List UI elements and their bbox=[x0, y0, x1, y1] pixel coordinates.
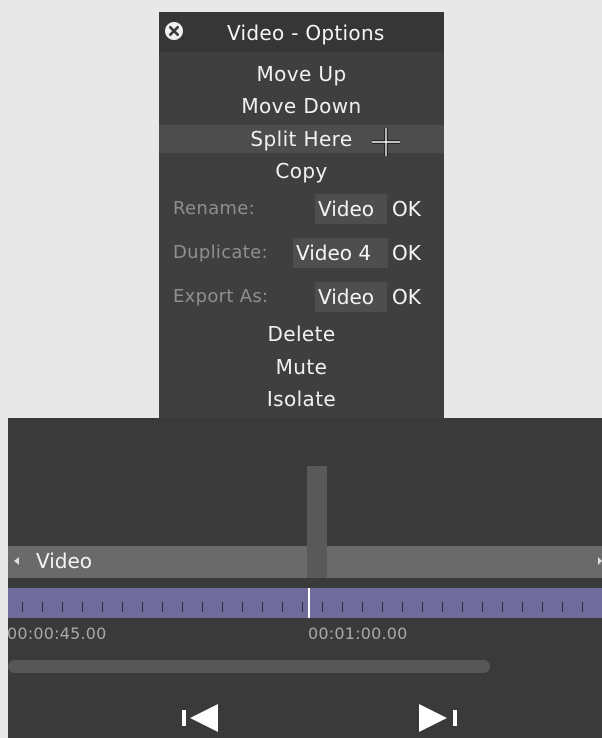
skip-to-end-icon[interactable] bbox=[413, 700, 461, 736]
delete-item[interactable]: Delete bbox=[159, 320, 444, 348]
move-down-item[interactable]: Move Down bbox=[159, 92, 444, 120]
mute-item[interactable]: Mute bbox=[159, 353, 444, 381]
track-label: Video bbox=[36, 549, 93, 573]
crosshair-cursor-icon bbox=[372, 128, 400, 156]
export-input[interactable]: Video bbox=[315, 282, 387, 312]
skip-to-start-icon[interactable] bbox=[178, 700, 226, 736]
copy-item[interactable]: Copy bbox=[159, 157, 444, 185]
isolate-item[interactable]: Isolate bbox=[159, 385, 444, 413]
duplicate-label: Duplicate: bbox=[173, 242, 268, 263]
options-menu: Video - Options Move Up Move Down Split … bbox=[159, 12, 444, 418]
time-ruler[interactable] bbox=[8, 588, 602, 618]
video-track-clip[interactable]: Video bbox=[8, 546, 602, 578]
track-left-arrow-icon bbox=[14, 557, 19, 565]
close-icon[interactable] bbox=[164, 21, 184, 41]
playhead-handle[interactable] bbox=[307, 466, 327, 578]
timecode-current: 00:01:00.00 bbox=[308, 624, 408, 643]
menu-title: Video - Options bbox=[227, 21, 385, 45]
timeline-panel: Video 00:00:45.00 00:01:00.00 bbox=[8, 418, 602, 738]
timeline-scrollbar[interactable] bbox=[8, 660, 490, 673]
duplicate-ok-button[interactable]: OK bbox=[392, 241, 421, 265]
timecode-start: 00:00:45.00 bbox=[8, 624, 107, 643]
track-right-arrow-icon bbox=[598, 557, 602, 565]
rename-label: Rename: bbox=[173, 198, 255, 219]
export-ok-button[interactable]: OK bbox=[392, 285, 421, 309]
duplicate-input[interactable]: Video 4 bbox=[293, 238, 388, 268]
rename-ok-button[interactable]: OK bbox=[392, 197, 421, 221]
rename-input[interactable]: Video bbox=[315, 194, 387, 224]
move-up-item[interactable]: Move Up bbox=[159, 60, 444, 88]
menu-header: Video - Options bbox=[159, 12, 444, 52]
export-label: Export As: bbox=[173, 286, 269, 307]
ruler-playhead-line bbox=[308, 588, 310, 618]
